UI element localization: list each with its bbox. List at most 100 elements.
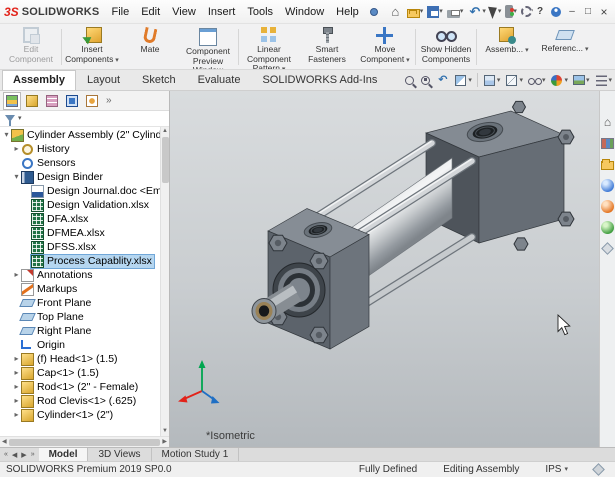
tree-item-body[interactable]: Sensors	[21, 157, 78, 170]
tab-solidworks-add-ins[interactable]: SOLIDWORKS Add-Ins	[251, 70, 388, 90]
dropdown-arrow-icon[interactable]: ▾	[586, 77, 590, 84]
collapse-arrow-icon[interactable]: ▾	[12, 170, 21, 184]
menu-edit[interactable]: Edit	[135, 3, 166, 21]
tree-item-body[interactable]: Rod Clevis<1> (.625)	[21, 395, 138, 408]
tab-model[interactable]: Model	[39, 448, 89, 461]
tree-item[interactable]: Markups	[0, 282, 160, 296]
print-button[interactable]: ▾	[446, 5, 465, 19]
design-library-tab[interactable]	[601, 136, 615, 150]
tab-assembly[interactable]: Assembly	[2, 70, 76, 90]
tab-evaluate[interactable]: Evaluate	[187, 70, 252, 90]
close-button[interactable]: ×	[597, 4, 611, 20]
view-settings-button[interactable]: ▾	[595, 74, 613, 87]
dropdown-arrow-icon[interactable]: ▾	[460, 8, 464, 15]
scroll-next-button[interactable]: ▶	[20, 451, 27, 459]
tree-item-body[interactable]: DFMEA.xlsx	[31, 227, 107, 240]
reference-geometry-button[interactable]: Referenc... ▾	[536, 25, 594, 69]
custom-properties-status-icon[interactable]	[592, 463, 605, 476]
expand-arrow-icon[interactable]: ▸	[12, 268, 21, 282]
dropdown-arrow-icon[interactable]: ▾	[482, 8, 486, 15]
configurationmanager-tab[interactable]	[43, 92, 61, 110]
previous-view-button[interactable]: ↶	[436, 74, 449, 87]
tree-item-body[interactable]: Top Plane	[21, 311, 86, 323]
rebuild-button[interactable]: ▾	[504, 4, 518, 19]
tree-item[interactable]: Front Plane	[0, 296, 160, 310]
dimxpertmanager-tab[interactable]	[63, 92, 81, 110]
tree-item-body[interactable]: Cylinder Assembly (2" Cylinder withe	[11, 129, 160, 142]
menu-window[interactable]: Window	[279, 3, 330, 21]
tree-item-body[interactable]: Annotations	[21, 269, 94, 282]
insert-components-button[interactable]: Insert Components ▾	[63, 25, 121, 69]
scroll-prev-button[interactable]: ◀	[11, 451, 18, 459]
tree-item-body[interactable]: History	[21, 143, 72, 156]
scenes-tab[interactable]	[601, 199, 615, 213]
tree-item[interactable]: DFSS.xlsx	[0, 240, 160, 254]
scroll-thumb[interactable]	[9, 439, 161, 446]
tree-item[interactable]: Sensors	[0, 156, 160, 170]
linear-component-pattern-button[interactable]: Linear Component Pattern ▾	[240, 25, 298, 69]
component-preview-window-button[interactable]: Component Preview Window	[179, 25, 237, 69]
front-head-block[interactable]	[252, 209, 369, 350]
user-account-button[interactable]	[549, 4, 563, 20]
tree-item-body[interactable]: DFSS.xlsx	[31, 241, 98, 254]
displaymanager-tab[interactable]	[83, 92, 101, 110]
display-style-button[interactable]: ▾	[505, 74, 523, 87]
scroll-down-icon[interactable]: ▼	[162, 427, 168, 436]
menu-help[interactable]: Help	[330, 3, 365, 21]
panel-tab-overflow[interactable]: »	[103, 92, 115, 109]
apply-scene-button[interactable]: ▾	[573, 74, 590, 87]
tree-item-body[interactable]: Design Journal.doc <Empty>	[31, 185, 160, 198]
tree-item[interactable]: ▸Cylinder<1> (2")	[0, 408, 160, 422]
tree-item-body[interactable]: Design Validation.xlsx	[31, 199, 151, 212]
decals-tab[interactable]	[601, 220, 615, 234]
tree-item[interactable]: ▸Rod Clevis<1> (.625)	[0, 394, 160, 408]
tree-vertical-scrollbar[interactable]: ▲ ▼	[160, 127, 169, 436]
tree-item[interactable]: ▸History	[0, 142, 160, 156]
scroll-up-icon[interactable]: ▲	[162, 127, 168, 136]
home-button[interactable]: ⌂	[387, 3, 404, 20]
open-document-button[interactable]: ▾	[406, 5, 425, 19]
expand-arrow-icon[interactable]: ▸	[12, 366, 21, 380]
tree-item[interactable]: DFA.xlsx	[0, 212, 160, 226]
zoom-to-fit-button[interactable]	[404, 75, 415, 86]
scroll-left-icon[interactable]: ◀	[2, 438, 7, 447]
show-hidden-components-button[interactable]: Show Hidden Components	[417, 25, 475, 69]
tree-item[interactable]: Design Journal.doc <Empty>	[0, 184, 160, 198]
scroll-last-button[interactable]: »	[30, 451, 36, 458]
dropdown-arrow-icon[interactable]: ▾	[18, 115, 22, 122]
tree-item-body[interactable]: (f) Head<1> (1.5)	[21, 353, 120, 366]
tree-item[interactable]: ▸Annotations	[0, 268, 160, 282]
section-view-button[interactable]: ▾	[454, 74, 472, 87]
featuremanager-design-tree-tab[interactable]	[3, 92, 21, 110]
dropdown-arrow-icon[interactable]: ▾	[519, 77, 523, 84]
move-component-button[interactable]: Move Component ▾	[356, 25, 414, 69]
tree-item[interactable]: ▸(f) Head<1> (1.5)	[0, 352, 160, 366]
tree-item[interactable]: Top Plane	[0, 310, 160, 324]
propertymanager-tab[interactable]	[23, 92, 41, 110]
menu-insert[interactable]: Insert	[202, 3, 242, 21]
select-button[interactable]: ▾	[489, 4, 503, 19]
dropdown-arrow-icon[interactable]: ▾	[497, 77, 501, 84]
cylinder-assembly-model[interactable]	[170, 91, 599, 447]
tree-item-body[interactable]: Process Capablity.xlsx	[31, 255, 154, 268]
zoom-to-area-button[interactable]	[420, 75, 431, 86]
mate-button[interactable]: Mate	[121, 25, 179, 69]
tree-item[interactable]: Origin	[0, 338, 160, 352]
file-explorer-tab[interactable]	[601, 157, 615, 171]
tree-item-body[interactable]: Front Plane	[21, 297, 93, 309]
collapse-arrow-icon[interactable]: ▾	[2, 128, 11, 142]
expand-arrow-icon[interactable]: ▸	[12, 394, 21, 408]
appearances-tab[interactable]	[601, 178, 615, 192]
tree-item-body[interactable]: Origin	[21, 339, 67, 351]
tree-item-body[interactable]: DFA.xlsx	[31, 213, 90, 226]
scroll-right-icon[interactable]: ▶	[162, 438, 167, 447]
pin-menu-icon[interactable]	[370, 8, 378, 16]
dropdown-arrow-icon[interactable]: ▾	[564, 77, 568, 84]
tree-item-body[interactable]: Markups	[21, 283, 79, 296]
scroll-thumb[interactable]	[162, 137, 169, 183]
help-button[interactable]: ?	[533, 4, 547, 20]
maximize-button[interactable]: □	[581, 4, 595, 20]
tree-item[interactable]: ▸Rod<1> (2" - Female)	[0, 380, 160, 394]
custom-properties-tab[interactable]	[601, 241, 615, 255]
dropdown-arrow-icon[interactable]: ▾	[609, 77, 613, 84]
